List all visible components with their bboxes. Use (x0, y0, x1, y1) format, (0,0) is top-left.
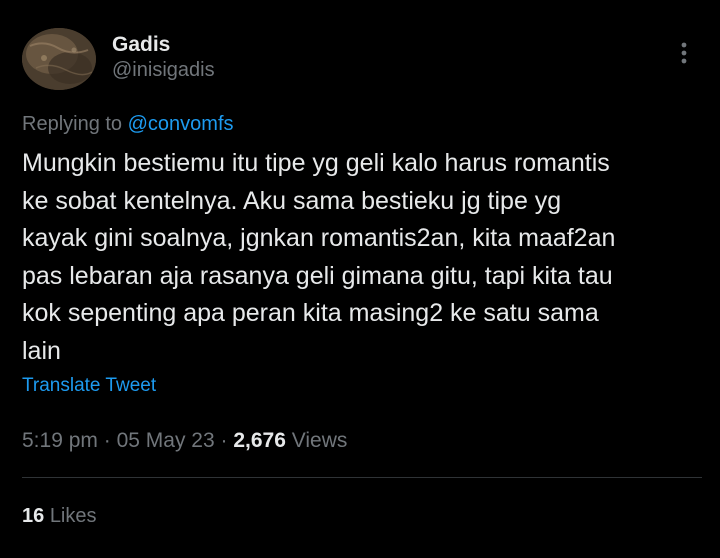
tweet-date[interactable]: 05 May 23 (117, 429, 215, 452)
translate-tweet-link[interactable]: Translate Tweet (22, 375, 156, 397)
meta-separator: · (220, 429, 228, 452)
tweet-text: Mungkin bestiemu itu tipe yg geli kalo h… (22, 149, 616, 365)
tweet-time[interactable]: 5:19 pm (22, 429, 98, 452)
replying-to-line: Replying to @convomfs (22, 113, 234, 136)
meta-separator: · (103, 429, 111, 452)
replying-to-label: Replying to (22, 113, 123, 135)
avatar[interactable] (22, 28, 96, 90)
more-options-icon (681, 42, 687, 64)
more-options-button[interactable] (672, 38, 696, 68)
likes-stat[interactable]: 16 Likes (22, 505, 97, 528)
author-handle[interactable]: @inisigadis (112, 59, 215, 82)
reply-mention-link[interactable]: @convomfs (128, 113, 234, 135)
tweet-meta: 5:19 pm · 05 May 23 · 2,676 Views (22, 429, 347, 453)
views-label: Views (291, 429, 348, 452)
tweet-detail: Gadis @inisigadis Replying to @convomfs … (0, 0, 720, 558)
likes-count: 16 (22, 505, 45, 527)
views-count: 2,676 (233, 429, 286, 452)
divider (22, 477, 702, 478)
avatar-image (22, 28, 96, 90)
author-display-name[interactable]: Gadis (112, 33, 170, 57)
likes-label: Likes (49, 505, 97, 527)
